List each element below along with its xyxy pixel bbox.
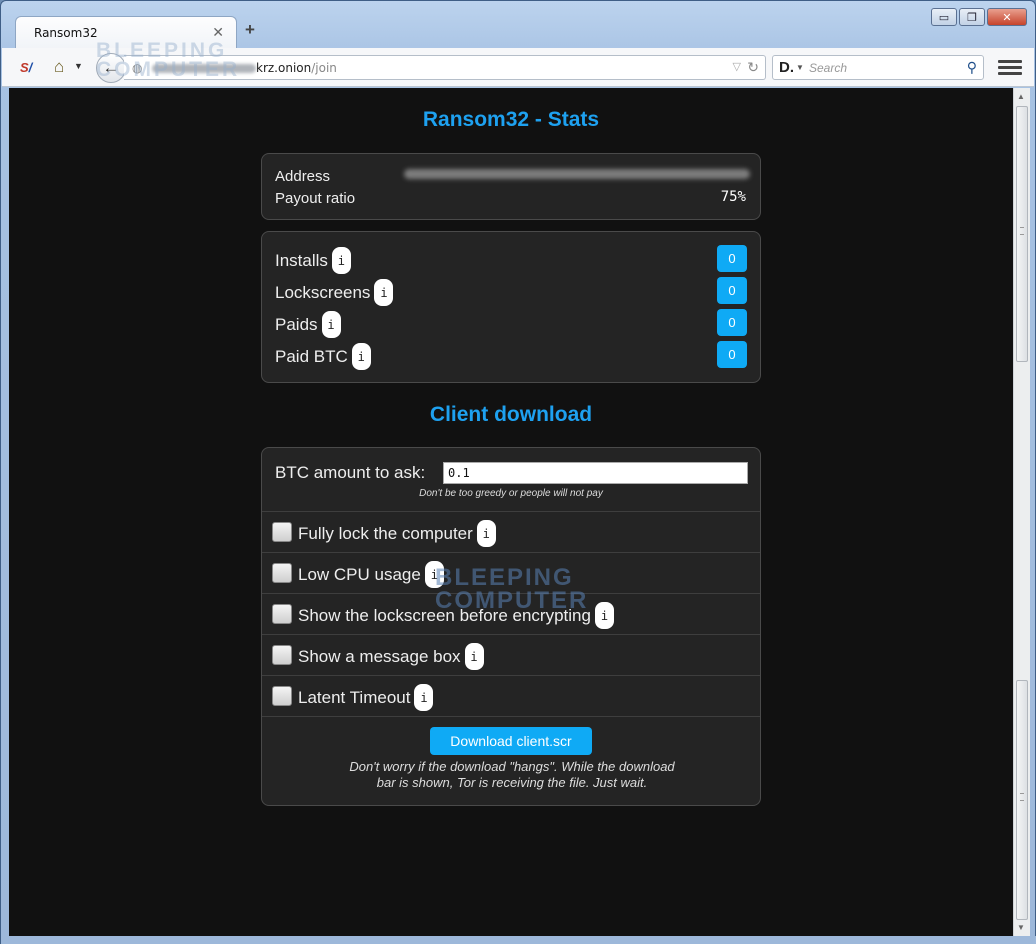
stat-count: 0	[717, 245, 747, 272]
chevron-down-icon[interactable]: ▼	[74, 61, 83, 71]
history-dropdown-icon[interactable]: ▽	[733, 60, 741, 73]
stat-label: Lockscreens	[275, 282, 371, 302]
stat-row-paids: Paids i 0	[275, 309, 747, 338]
info-icon[interactable]: i	[321, 311, 341, 338]
checkbox[interactable]	[272, 563, 292, 583]
watermark-logo: BLEEPING COMPUTER	[435, 564, 589, 614]
chevron-down-icon[interactable]: ▼	[796, 63, 804, 72]
stat-count: 0	[717, 277, 747, 304]
option-label: Latent Timeout	[298, 687, 411, 707]
stat-count: 0	[717, 341, 747, 368]
download-note: Don't worry if the download "hangs". Whi…	[302, 759, 722, 791]
close-button[interactable]: ✕	[987, 8, 1027, 26]
hamburger-menu-icon[interactable]	[998, 56, 1022, 78]
info-icon[interactable]: i	[414, 684, 434, 711]
stat-label: Installs	[275, 250, 328, 270]
minimize-button[interactable]: ▭	[931, 8, 957, 26]
btc-amount-label: BTC amount to ask:	[275, 463, 426, 482]
stats-panel: Installs i 0 Lockscreens i 0 Paids i 0 Paid…	[261, 231, 761, 383]
stat-row-paid-btc: Paid BTC i 0	[275, 341, 747, 370]
info-icon[interactable]: i	[464, 643, 484, 670]
option-label: Low CPU usage	[298, 564, 421, 584]
divider	[262, 716, 760, 717]
info-icon[interactable]: i	[476, 520, 496, 547]
search-icon[interactable]: ⚲	[967, 59, 977, 76]
payout-label: Payout ratio	[275, 190, 356, 207]
option-label: Show a message box	[298, 646, 461, 666]
url-text: krz.onion/join	[256, 61, 337, 75]
info-icon[interactable]: i	[331, 247, 351, 274]
payout-value: 75%	[720, 189, 746, 205]
client-config-panel: BTC amount to ask: Don't be too greedy o…	[261, 447, 761, 806]
checkbox[interactable]	[272, 645, 292, 665]
scroll-up-icon[interactable]: ▲	[1017, 92, 1025, 101]
window-controls: ▭ ❐ ✕	[931, 8, 1027, 26]
download-client-button[interactable]: Download client.scr	[430, 727, 592, 755]
info-icon[interactable]: i	[594, 602, 614, 629]
stats-title: Ransom32 - Stats	[422, 108, 600, 131]
scrollbar-thumb[interactable]	[1016, 106, 1028, 362]
search-placeholder: Search	[809, 61, 848, 75]
home-icon[interactable]: ⌂	[54, 57, 64, 77]
option-fully-lock[interactable]: Fully lock the computer i	[262, 511, 760, 552]
reload-icon[interactable]: ↻	[747, 59, 759, 76]
scrollbar-track-segment[interactable]	[1016, 680, 1028, 920]
option-message-box[interactable]: Show a message box i	[262, 634, 760, 675]
search-bar[interactable]: D. ▼ Search ⚲	[772, 55, 984, 80]
scroll-down-icon[interactable]: ▼	[1017, 923, 1025, 932]
checkbox[interactable]	[272, 604, 292, 624]
option-latent-timeout[interactable]: Latent Timeout i	[262, 675, 760, 716]
window-bottom-border	[1, 936, 1036, 944]
client-download-title: Client download	[429, 403, 593, 426]
stat-row-installs: Installs i 0	[275, 245, 747, 274]
tab-title: Ransom32	[34, 26, 98, 40]
info-icon[interactable]: i	[374, 279, 394, 306]
address-label: Address	[275, 168, 331, 185]
btc-amount-input[interactable]	[443, 462, 748, 484]
stat-row-lockscreens: Lockscreens i 0	[275, 277, 747, 306]
browser-window: Ransom32 ✕ + ▭ ❐ ✕ S/ ⌂ ▼ ← ◍ krz.onion/…	[0, 0, 1036, 944]
new-tab-icon[interactable]: +	[245, 20, 255, 40]
info-icon[interactable]: i	[351, 343, 371, 370]
stat-count: 0	[717, 309, 747, 336]
checkbox[interactable]	[272, 686, 292, 706]
address-value-redacted	[404, 169, 750, 179]
download-note-line-2: bar is shown, Tor is receiving the file.…	[376, 775, 648, 790]
download-note-line-1: Don't worry if the download "hangs". Whi…	[349, 759, 675, 774]
page-content: Ransom32 - Stats Address Payout ratio 75…	[9, 88, 1013, 936]
vertical-scrollbar[interactable]: ▲ ▼	[1013, 88, 1030, 936]
search-engine-icon[interactable]: D.	[779, 59, 794, 76]
watermark-logo: BLEEPING COMPUTER	[96, 39, 241, 81]
stat-label: Paid BTC	[275, 346, 348, 366]
stat-label: Paids	[275, 314, 318, 334]
checkbox[interactable]	[272, 522, 292, 542]
restore-button[interactable]: ❐	[959, 8, 985, 26]
addon-icon[interactable]: S/	[20, 60, 32, 75]
option-label: Fully lock the computer	[298, 523, 473, 543]
account-panel: Address Payout ratio 75%	[261, 153, 761, 220]
btc-hint: Don't be too greedy or people will not p…	[419, 488, 603, 499]
